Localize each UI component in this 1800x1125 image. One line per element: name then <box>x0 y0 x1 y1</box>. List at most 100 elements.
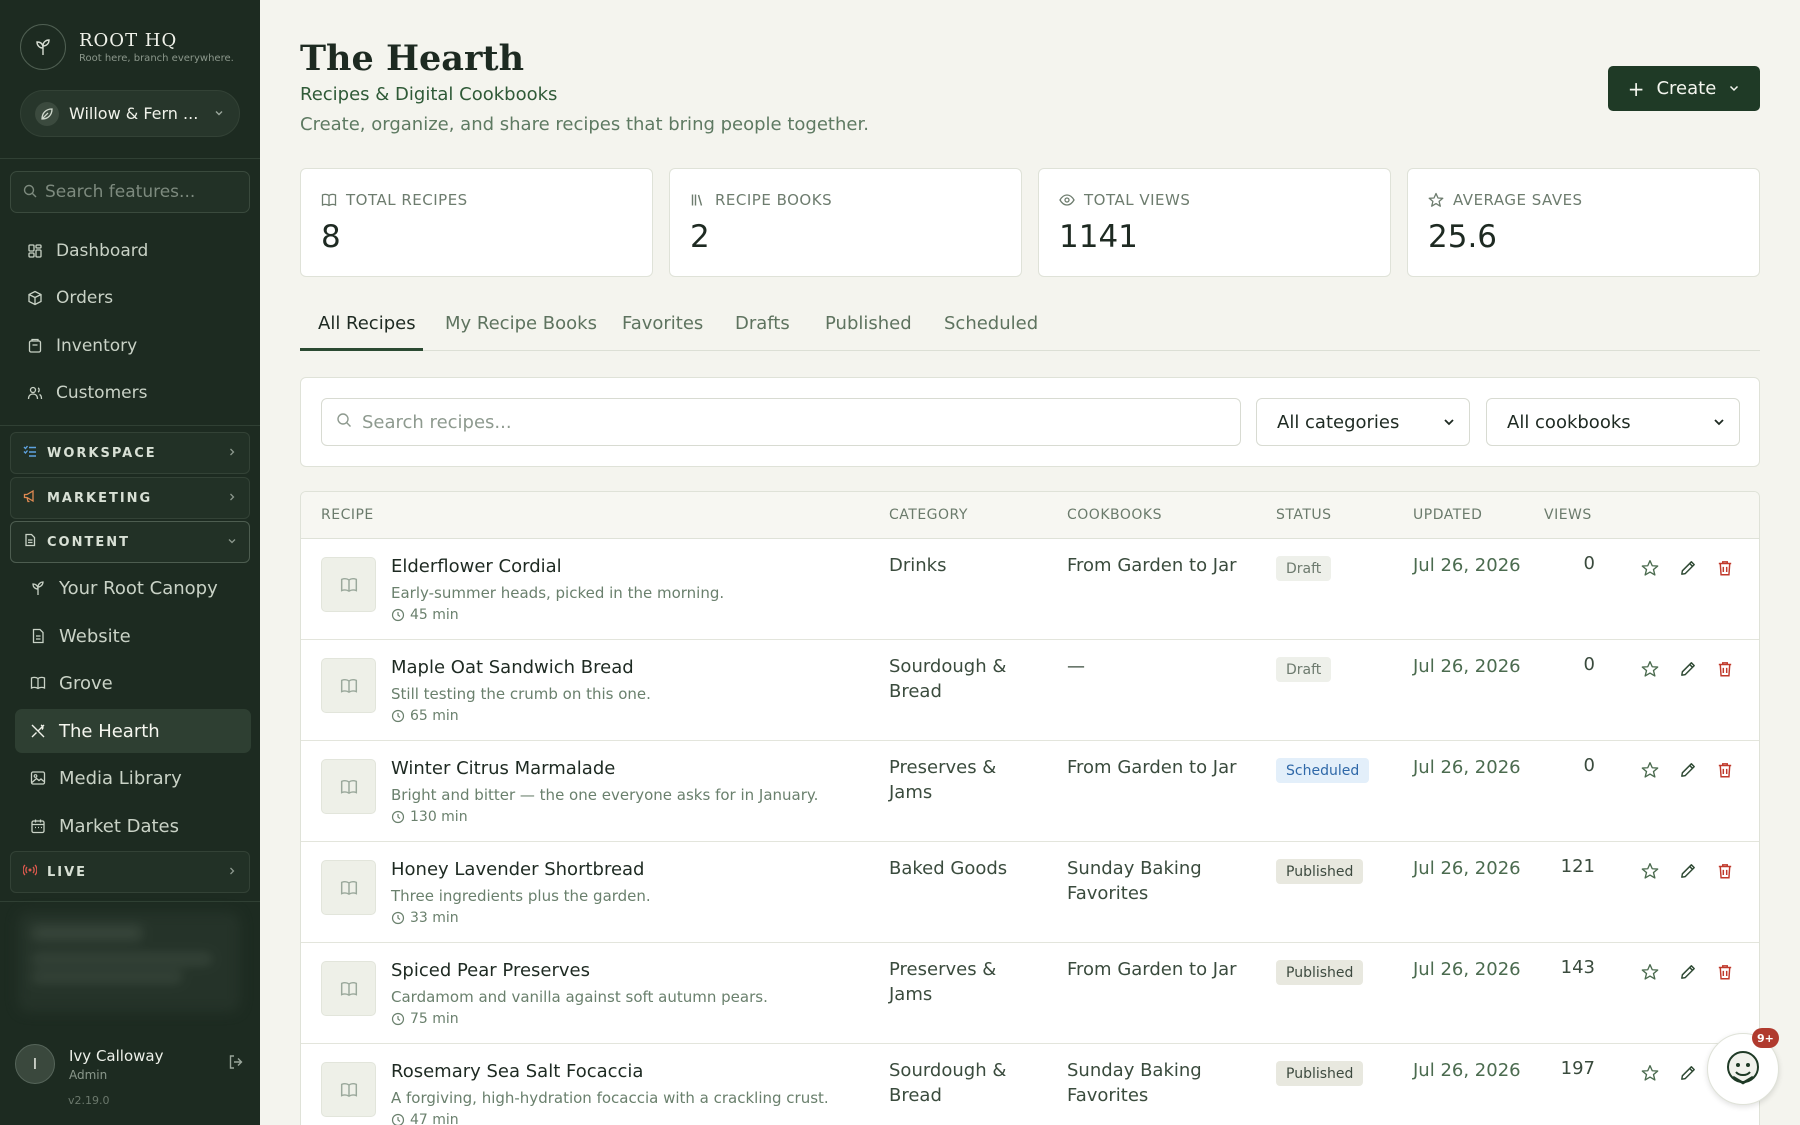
nav-website[interactable]: Website <box>15 614 251 658</box>
recipe-name[interactable]: Winter Citrus Marmalade <box>391 758 615 779</box>
table-row[interactable]: Elderflower Cordial Early-summer heads, … <box>301 539 1759 640</box>
column-header-recipe[interactable]: RECIPE <box>321 507 374 523</box>
recipe-views: 143 <box>1560 957 1595 978</box>
sprout-logo-icon <box>20 24 66 70</box>
recipe-cookbook: Sunday Baking Favorites <box>1067 1060 1202 1106</box>
column-header-category[interactable]: CATEGORY <box>889 507 968 523</box>
document-icon <box>23 533 37 551</box>
divider <box>0 158 260 159</box>
group-live[interactable]: LIVE <box>10 851 250 893</box>
delete-trash-icon[interactable] <box>1713 859 1737 883</box>
column-header-cookbooks[interactable]: COOKBOOKS <box>1067 507 1162 523</box>
recipe-description: Cardamom and vanilla against soft autumn… <box>391 988 768 1006</box>
feature-search-input[interactable]: Search features... <box>10 171 250 213</box>
favorite-star-icon[interactable] <box>1638 960 1662 984</box>
stat-label: AVERAGE SAVES <box>1453 191 1583 209</box>
nav-your-root-canopy[interactable]: Your Root Canopy <box>15 566 251 610</box>
edit-pencil-icon[interactable] <box>1676 859 1700 883</box>
nav-dashboard[interactable]: Dashboard <box>14 229 250 273</box>
edit-pencil-icon[interactable] <box>1676 657 1700 681</box>
table-row[interactable]: Maple Oat Sandwich Bread Still testing t… <box>301 640 1759 741</box>
chevron-right-icon <box>227 865 237 880</box>
clock-icon <box>391 709 405 723</box>
cookbook-select[interactable]: All cookbooks <box>1486 398 1740 446</box>
favorite-star-icon[interactable] <box>1638 657 1662 681</box>
users-icon <box>26 384 44 402</box>
recipe-name[interactable]: Honey Lavender Shortbread <box>391 859 645 880</box>
recipe-cookbook: — <box>1067 656 1085 677</box>
edit-pencil-icon[interactable] <box>1676 758 1700 782</box>
table-row[interactable]: Honey Lavender Shortbread Three ingredie… <box>301 842 1759 943</box>
cookbook-select-value: All cookbooks <box>1507 411 1631 433</box>
chat-bot-icon <box>1723 1047 1763 1091</box>
group-content[interactable]: CONTENT <box>10 521 250 563</box>
create-label: Create <box>1656 78 1717 99</box>
column-header-views[interactable]: VIEWS <box>1544 507 1592 523</box>
user-profile[interactable]: I Ivy Calloway Admin <box>15 1043 245 1085</box>
table-row[interactable]: Rosemary Sea Salt Focaccia A forgiving, … <box>301 1044 1759 1125</box>
brand-name: ROOT HQ <box>79 30 178 51</box>
nav-customers[interactable]: Customers <box>14 371 250 415</box>
book-icon <box>29 674 47 692</box>
chevron-down-icon <box>213 104 225 123</box>
blurred-promo-card <box>18 912 240 1012</box>
avatar: I <box>15 1044 55 1084</box>
edit-pencil-icon[interactable] <box>1676 960 1700 984</box>
plus-icon: + <box>1627 76 1645 101</box>
brand[interactable]: ROOT HQ Root here, branch everywhere. <box>20 24 234 70</box>
tab-published[interactable]: Published <box>825 313 912 334</box>
recipe-views: 0 <box>1583 654 1595 675</box>
recipes-table: RECIPE CATEGORY COOKBOOKS STATUS UPDATED… <box>300 491 1760 1125</box>
delete-trash-icon[interactable] <box>1713 556 1737 580</box>
tab-drafts[interactable]: Drafts <box>735 313 790 334</box>
recipe-name[interactable]: Rosemary Sea Salt Focaccia <box>391 1061 643 1082</box>
delete-trash-icon[interactable] <box>1713 657 1737 681</box>
recipe-views: 121 <box>1560 856 1595 877</box>
account-switcher[interactable]: Willow & Fern ... <box>20 90 240 137</box>
nav-label: Your Root Canopy <box>59 577 218 599</box>
edit-pencil-icon[interactable] <box>1676 1061 1700 1085</box>
delete-trash-icon[interactable] <box>1713 758 1737 782</box>
tab-scheduled[interactable]: Scheduled <box>944 313 1038 334</box>
tab-my-recipe-books[interactable]: My Recipe Books <box>445 313 597 334</box>
nav-label: Customers <box>56 383 148 403</box>
recipe-updated: Jul 26, 2026 <box>1413 656 1521 677</box>
favorite-star-icon[interactable] <box>1638 1061 1662 1085</box>
category-select[interactable]: All categories <box>1256 398 1470 446</box>
group-workspace[interactable]: WORKSPACE <box>10 432 250 474</box>
favorite-star-icon[interactable] <box>1638 859 1662 883</box>
edit-pencil-icon[interactable] <box>1676 556 1700 580</box>
nav-label: Website <box>59 625 131 647</box>
table-row[interactable]: Spiced Pear Preserves Cardamom and vanil… <box>301 943 1759 1044</box>
book-open-icon <box>321 192 337 208</box>
recipe-name[interactable]: Maple Oat Sandwich Bread <box>391 657 634 678</box>
recipe-name[interactable]: Elderflower Cordial <box>391 556 562 577</box>
nav-grove[interactable]: Grove <box>15 661 251 705</box>
recipe-name[interactable]: Spiced Pear Preserves <box>391 960 590 981</box>
nav-market-dates[interactable]: Market Dates <box>15 804 251 848</box>
column-header-status[interactable]: STATUS <box>1276 507 1332 523</box>
favorite-star-icon[interactable] <box>1638 758 1662 782</box>
image-icon <box>29 769 47 787</box>
utensils-icon <box>29 722 47 740</box>
nav-media-library[interactable]: Media Library <box>15 756 251 800</box>
nav-inventory[interactable]: Inventory <box>14 324 250 368</box>
tab-all-recipes[interactable]: All Recipes <box>318 313 416 334</box>
tab-favorites[interactable]: Favorites <box>622 313 703 334</box>
recipe-description: Bright and bitter — the one everyone ask… <box>391 786 819 804</box>
create-button[interactable]: + Create <box>1608 66 1760 111</box>
nav-label: Orders <box>56 288 114 308</box>
table-header: RECIPE CATEGORY COOKBOOKS STATUS UPDATED… <box>301 492 1759 539</box>
recipe-category: Sourdough & Bread <box>889 656 1007 702</box>
nav-orders[interactable]: Orders <box>14 276 250 320</box>
recipe-search-input[interactable]: Search recipes... <box>321 398 1241 446</box>
delete-trash-icon[interactable] <box>1713 960 1737 984</box>
feature-search-placeholder: Search features... <box>45 182 196 202</box>
logout-icon[interactable] <box>227 1053 245 1075</box>
column-header-updated[interactable]: UPDATED <box>1413 507 1482 523</box>
list-check-icon <box>23 444 37 462</box>
favorite-star-icon[interactable] <box>1638 556 1662 580</box>
table-row[interactable]: Winter Citrus Marmalade Bright and bitte… <box>301 741 1759 842</box>
nav-the-hearth[interactable]: The Hearth <box>15 709 251 753</box>
group-marketing[interactable]: MARKETING <box>10 477 250 519</box>
